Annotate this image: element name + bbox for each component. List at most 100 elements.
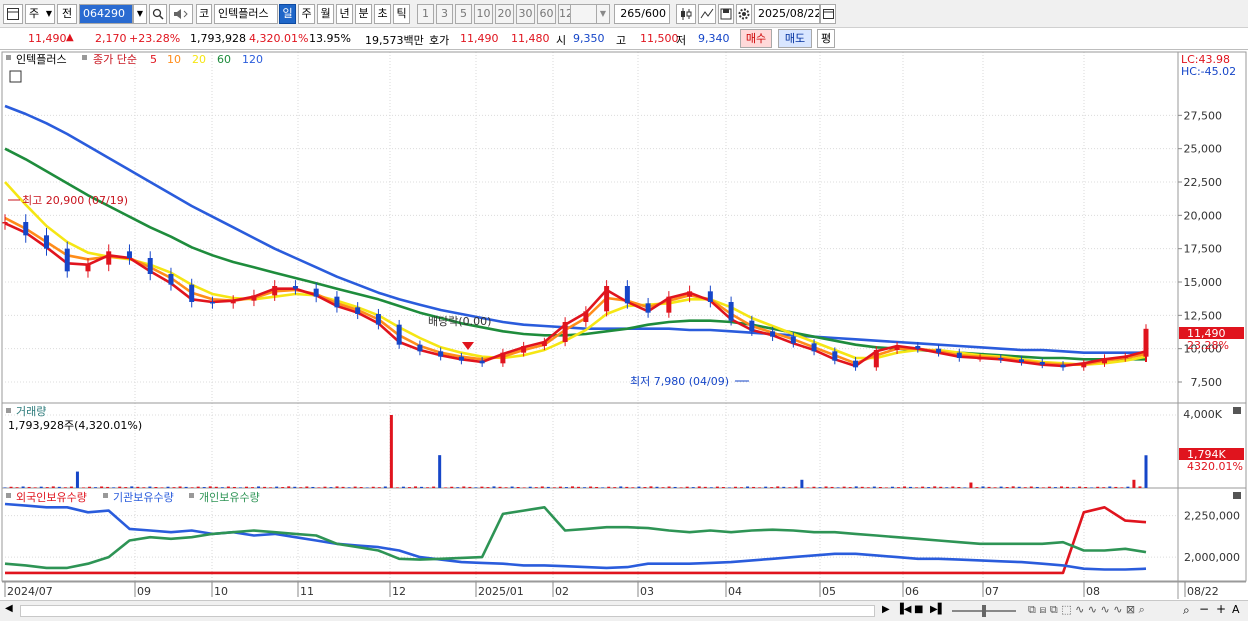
zoom-in-icon[interactable]: + — [1216, 602, 1226, 616]
zoom-slider-thumb[interactable] — [982, 605, 986, 617]
search-icon[interactable] — [149, 4, 167, 24]
tool-icons[interactable]: ⧉ ⧈ ⧉ ⬚ ∿ ∿ ∿ ∿ ⊠ ⌕ — [1028, 603, 1145, 617]
volume-bar — [299, 487, 303, 488]
candle-body — [251, 295, 257, 301]
volume-bar — [921, 486, 925, 488]
interval-tab-20[interactable]: 20 — [495, 4, 514, 24]
volume-bar — [341, 486, 345, 488]
font-size-icon[interactable]: A — [1232, 603, 1240, 616]
volume-bar — [595, 486, 599, 488]
volume-bar — [1035, 486, 1039, 488]
dividend-annotation: 배당락(0.00) — [428, 315, 491, 328]
bid-label: 호가 — [429, 34, 450, 47]
ma-5-line — [4, 222, 1147, 368]
evaluate-button[interactable]: 평 — [817, 29, 835, 48]
x-tick-label: 08/22 — [1187, 585, 1219, 598]
volume-bar — [1132, 479, 1136, 488]
candle-body — [209, 302, 215, 304]
date-field[interactable]: 2025/08/22 — [754, 4, 820, 24]
holders-legend-0: 외국인보유수량 — [16, 491, 87, 504]
calendar-icon[interactable] — [820, 4, 836, 24]
volume-bar — [1144, 455, 1148, 488]
price-tick-label: 12,500 — [1184, 309, 1223, 322]
layout-icon[interactable] — [3, 4, 23, 24]
volume-bar — [335, 486, 339, 488]
grid-toggle-icon — [9, 70, 22, 83]
volume-bar — [118, 486, 122, 488]
zoom-icon[interactable]: ⌕ — [1183, 603, 1190, 618]
zoom-out-icon[interactable]: − — [1199, 602, 1209, 616]
interval-tab-30[interactable]: 30 — [516, 4, 535, 24]
count-field[interactable]: 265/600 — [614, 4, 670, 24]
volume-bar — [196, 486, 200, 488]
candle-body — [106, 251, 112, 265]
volume-bar — [625, 486, 629, 488]
panel-bullet-icon — [6, 493, 11, 498]
candle-body — [521, 346, 527, 353]
last-page-icon[interactable]: ▶▌ — [930, 604, 945, 615]
period-tab-0[interactable]: 일 — [279, 4, 296, 24]
candle-body — [438, 351, 444, 357]
draw-line-icon[interactable] — [698, 4, 716, 24]
candle-body — [23, 222, 29, 236]
prev-button[interactable]: 전 — [57, 4, 77, 24]
volume-bar — [818, 487, 822, 488]
hc-label: HC:-45.02 — [1181, 65, 1236, 78]
volume-bar — [293, 486, 297, 488]
ma-legend-60: 60 — [217, 53, 231, 66]
volume-bar — [1090, 487, 1094, 488]
panel-close-icon — [1233, 407, 1241, 414]
candle-body — [936, 348, 942, 353]
interval-tab-1[interactable]: 1 — [417, 4, 434, 24]
volume-bar — [812, 486, 816, 488]
chevron-down-icon[interactable]: ▼ — [596, 4, 610, 24]
sector-button[interactable]: 코 — [196, 4, 212, 24]
volume-bar — [510, 486, 514, 488]
interval-tab-60[interactable]: 60 — [537, 4, 556, 24]
scroll-right-icon[interactable]: ▶ — [882, 604, 890, 615]
first-page-icon[interactable]: ▐◀ — [896, 604, 911, 615]
interval-tab-10[interactable]: 10 — [474, 4, 493, 24]
sound-icon[interactable] — [169, 4, 193, 24]
volume-bar — [697, 486, 701, 488]
volume-bar — [257, 486, 261, 488]
period-tab-1[interactable]: 주 — [298, 4, 315, 24]
market-select[interactable]: 주 ▼ — [25, 4, 55, 24]
volume-pct-tag: 4320.01% — [1187, 460, 1243, 473]
sell-button[interactable]: 매도 — [778, 29, 812, 48]
period-tab-4[interactable]: 분 — [355, 4, 372, 24]
ask-price: 11,490 — [460, 32, 499, 45]
chevron-down-icon[interactable]: ▼ — [133, 4, 147, 24]
stock-code-input[interactable]: 064290 — [79, 4, 133, 24]
chart-svg[interactable]: 27,500 25,000 22,500 20,000 17,500 15,000 12,5… — [0, 51, 1248, 600]
candle-body — [1081, 363, 1087, 368]
volume-bar — [420, 486, 424, 488]
period-tab-3[interactable]: 년 — [336, 4, 353, 24]
volume-bar — [552, 487, 556, 488]
volume-bar — [637, 486, 641, 488]
volume-bar — [872, 486, 876, 488]
volume-pct: 4,320.01% — [249, 32, 309, 45]
interval-tab-3[interactable]: 3 — [436, 4, 453, 24]
period-tab-2[interactable]: 월 — [317, 4, 334, 24]
stop-icon[interactable]: ■ — [914, 604, 923, 615]
chart-area[interactable]: 27,500 25,000 22,500 20,000 17,500 15,000 12,5… — [0, 51, 1248, 600]
high-annotation: 최고 20,900 (07/19) — [22, 194, 128, 207]
scroll-left-icon[interactable]: ◀ — [5, 603, 13, 614]
volume-bar — [474, 487, 478, 488]
candle-icon[interactable] — [676, 4, 696, 24]
period-tab-6[interactable]: 틱 — [393, 4, 410, 24]
volume-bar — [939, 486, 943, 488]
volume-bar — [154, 486, 158, 488]
buy-button[interactable]: 매수 — [740, 29, 772, 48]
scroll-track[interactable] — [20, 605, 875, 617]
volume-bar — [33, 487, 37, 488]
bottom-scrollbar[interactable]: ◀ ▶ ▐◀ ■ ▶▌ ⧉ ⧈ ⧉ ⬚ ∿ ∿ ∿ ∿ ⊠ ⌕ ⌕ − + A — [0, 600, 1248, 621]
volume-bar — [166, 486, 170, 488]
save-icon[interactable] — [718, 4, 734, 24]
gear-icon[interactable] — [736, 4, 752, 24]
interval-tab-5[interactable]: 5 — [455, 4, 472, 24]
candle-body — [604, 286, 610, 312]
period-tab-5[interactable]: 초 — [374, 4, 391, 24]
volume-bar — [1017, 486, 1021, 488]
